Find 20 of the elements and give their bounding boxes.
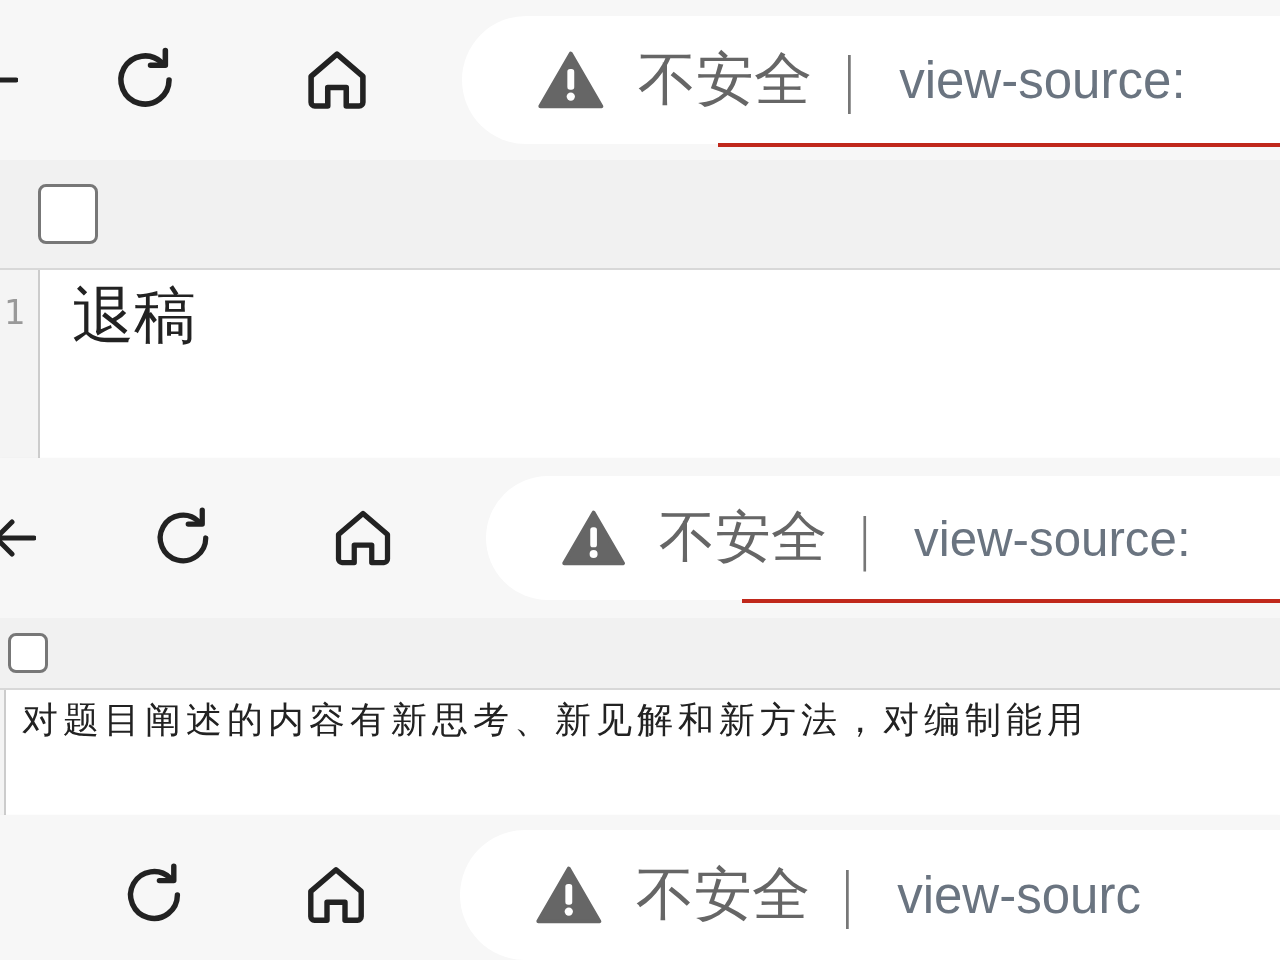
separator: | bbox=[837, 861, 858, 929]
url-text: view-sourc bbox=[897, 865, 1141, 925]
source-text: 退稿 bbox=[72, 278, 196, 354]
separator: | bbox=[839, 46, 860, 114]
security-label: 不安全 bbox=[637, 44, 812, 115]
source-text: 对题目阐述的内容有新思考、新见解和新方法，对编制能用 bbox=[22, 698, 1088, 742]
address-bar[interactable]: 不安全 | view-sourc bbox=[460, 830, 1280, 960]
separator: | bbox=[855, 505, 875, 571]
address-bar[interactable]: 不安全 | view-source: bbox=[486, 476, 1280, 600]
checkbox[interactable] bbox=[38, 184, 98, 244]
address-bar[interactable]: 不安全 | view-source: bbox=[462, 16, 1280, 144]
security-label: 不安全 bbox=[659, 503, 828, 571]
url-text: view-source: bbox=[914, 509, 1191, 567]
url-text: view-source: bbox=[899, 50, 1186, 110]
security-label: 不安全 bbox=[635, 859, 810, 930]
warning-icon[interactable] bbox=[534, 866, 604, 924]
checkbox[interactable] bbox=[8, 633, 48, 673]
warning-icon[interactable] bbox=[536, 51, 606, 109]
line-number: 1 bbox=[4, 292, 27, 332]
warning-icon[interactable] bbox=[560, 510, 628, 566]
